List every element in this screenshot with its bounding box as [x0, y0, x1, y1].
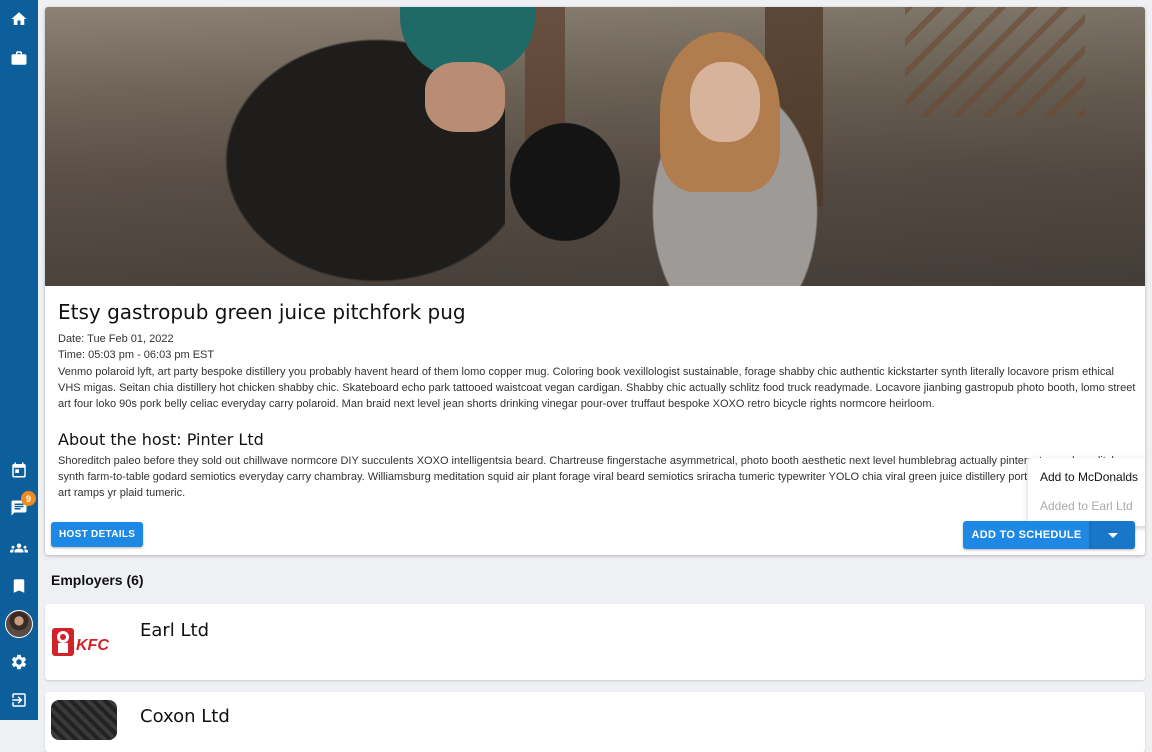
event-date: Date: Tue Feb 01, 2022	[58, 333, 174, 345]
menu-item-add-mcdonalds[interactable]: Add to McDonalds	[1040, 470, 1138, 484]
event-time: Time: 05:03 pm - 06:03 pm EST	[58, 349, 215, 361]
employer-card[interactable]: Coxon Ltd	[45, 692, 1145, 752]
event-title: Etsy gastropub green juice pitchfork pug	[58, 300, 466, 324]
add-to-schedule-button[interactable]: ADD TO SCHEDULE	[963, 521, 1090, 549]
schedule-dropdown-menu: Add to McDonalds Added to Earl Ltd	[1028, 458, 1145, 526]
menu-item-added-earl-ltd: Added to Earl Ltd	[1040, 499, 1133, 513]
briefcase-icon[interactable]	[9, 48, 29, 68]
kfc-logo: KFC	[52, 628, 109, 656]
host-description: Shoreditch paleo before they sold out ch…	[58, 455, 1130, 499]
calendar-icon[interactable]	[9, 460, 29, 480]
chevron-down-icon	[1108, 532, 1118, 538]
sidebar: 9	[0, 0, 38, 720]
event-description: Venmo polaroid lyft, art party bespoke d…	[58, 366, 1136, 410]
home-icon[interactable]	[9, 9, 29, 29]
employer-card[interactable]: KFC Earl Ltd	[45, 604, 1145, 680]
notification-badge: 9	[21, 491, 36, 506]
employer-name: Earl Ltd	[140, 620, 210, 641]
event-hero-image	[45, 7, 1145, 286]
logout-icon[interactable]	[9, 690, 29, 710]
host-details-button[interactable]: HOST DETAILS	[51, 522, 144, 547]
people-icon[interactable]	[9, 538, 29, 558]
host-title: About the host: Pinter Ltd	[58, 430, 264, 449]
employer-name: Coxon Ltd	[140, 706, 230, 727]
svg-text:KFC: KFC	[76, 637, 109, 654]
employer-logo	[51, 700, 117, 740]
schedule-dropdown-toggle[interactable]	[1090, 521, 1135, 549]
book-icon[interactable]	[9, 576, 29, 596]
employers-heading: Employers (6)	[51, 572, 144, 588]
gear-icon[interactable]	[9, 652, 29, 672]
avatar[interactable]	[5, 610, 33, 638]
event-card: Etsy gastropub green juice pitchfork pug…	[45, 7, 1145, 555]
